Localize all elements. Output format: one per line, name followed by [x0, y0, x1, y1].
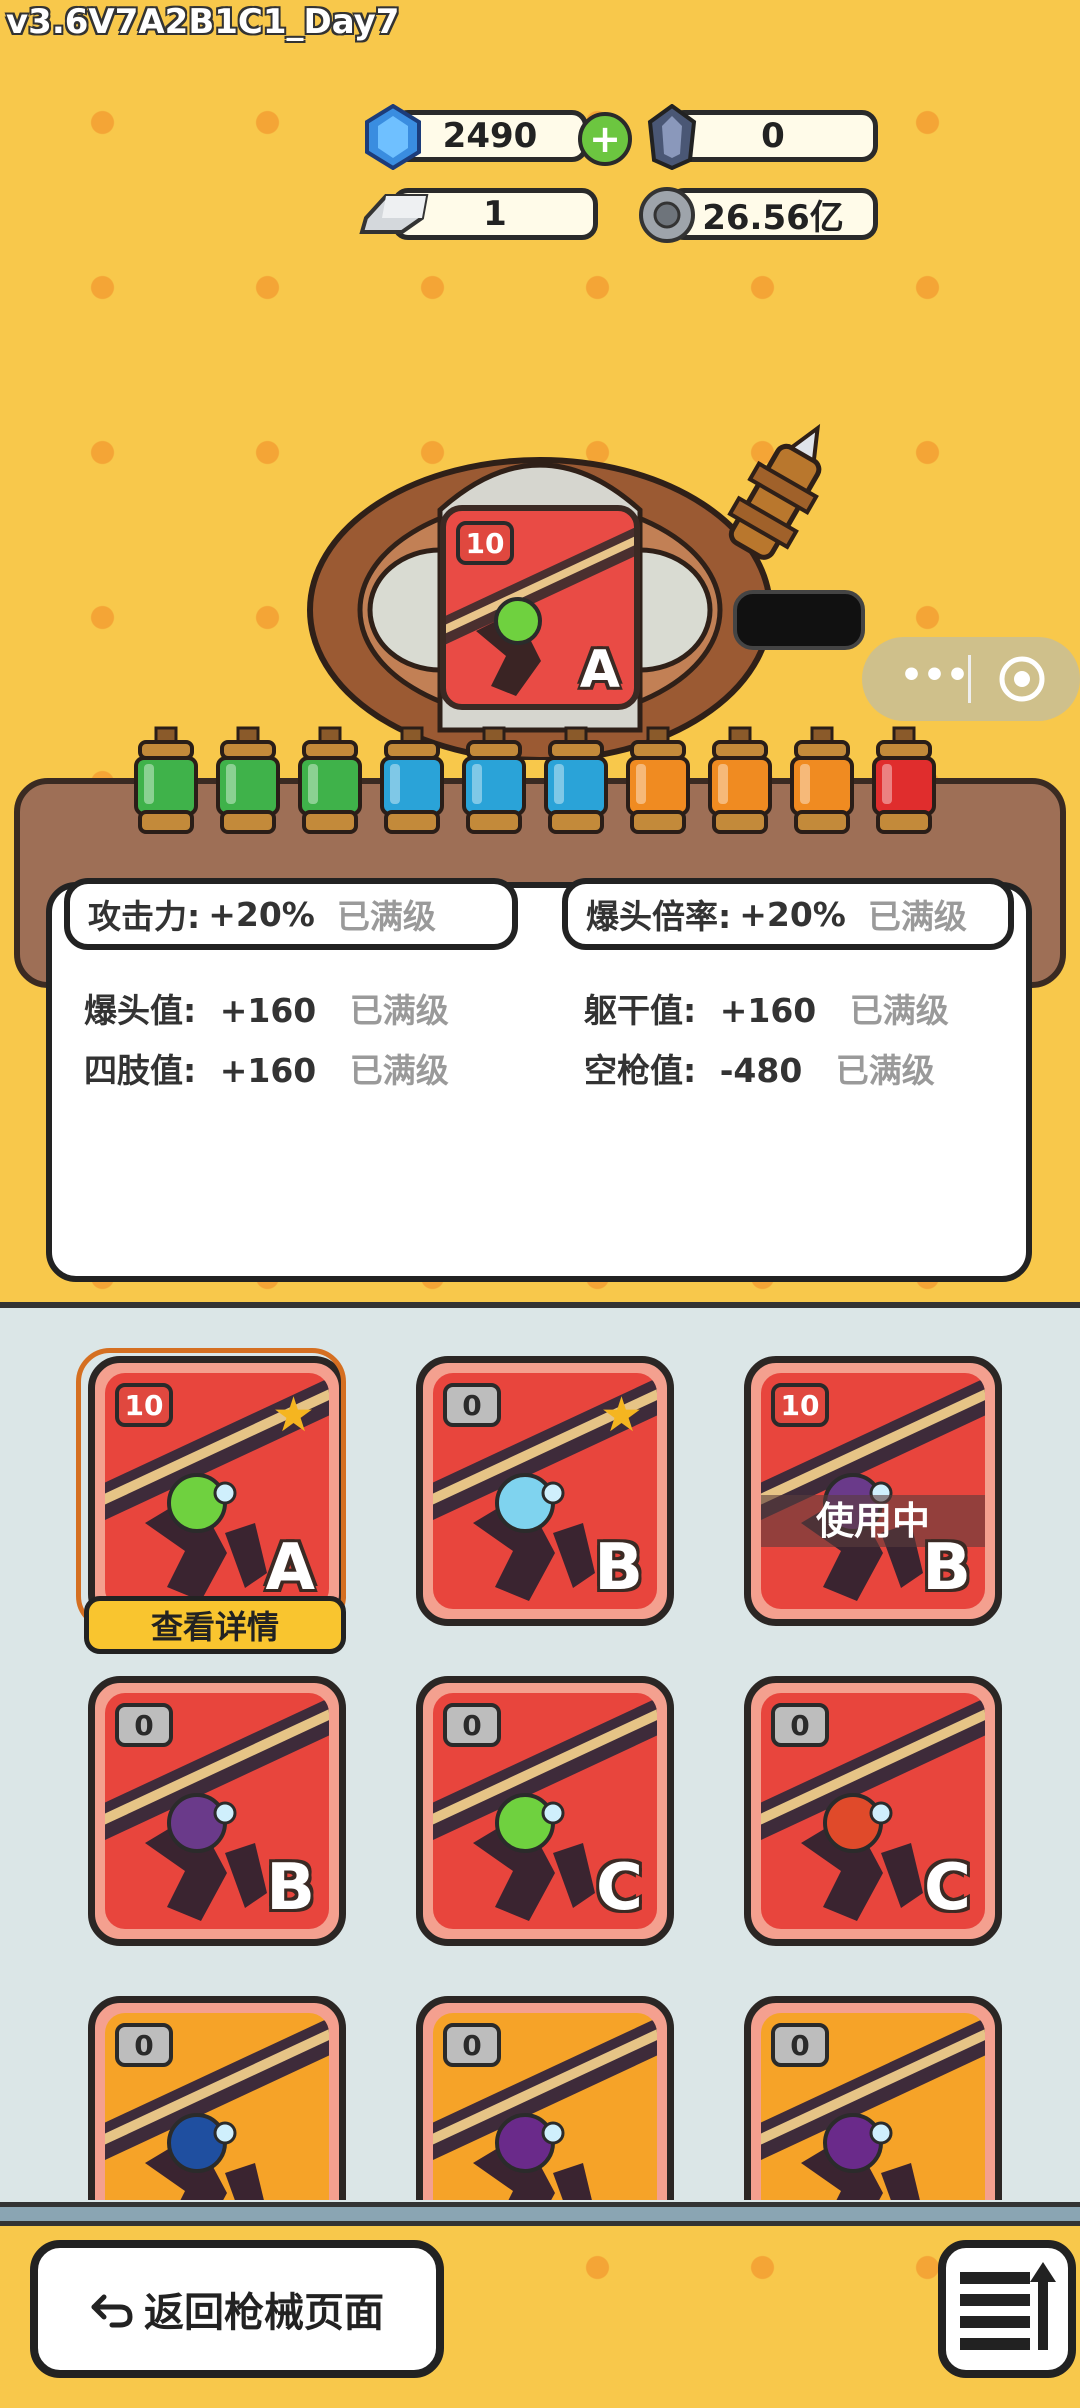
back-button-label: 返回枪械页面 [144, 2290, 384, 2336]
gun-tile[interactable]: 0 [88, 1996, 346, 2200]
gun-grade: C [924, 1851, 971, 1925]
gun-card-background: 0 [105, 2013, 329, 2200]
back-to-guns-button[interactable]: 返回枪械页面 [30, 2240, 444, 2378]
gun-card-frame: 0 ★ B [416, 1356, 674, 1626]
gun-level-badge: 0 [115, 2023, 173, 2067]
gun-level-badge: 0 [115, 1703, 173, 1747]
gun-card-frame: 0C [744, 1676, 1002, 1946]
gun-card-background: 0B [105, 1693, 329, 1929]
gun-tile[interactable]: 0 [744, 1996, 1002, 2200]
gun-tile-list: 10 ★ A 0 ★ B 10 使用中 B 0 B 0 C 0 C 0 0 0 [0, 0, 1080, 2200]
gun-card-background: 0 ★ B [433, 1373, 657, 1609]
gun-card-background: 0C [761, 1693, 985, 1929]
gun-level-badge: 0 [443, 2023, 501, 2067]
gun-grade: B [922, 1531, 971, 1605]
gun-grade: B [266, 1851, 315, 1925]
bottom-divider [0, 2202, 1080, 2226]
gun-tile[interactable]: 10 使用中 B [744, 1356, 1002, 1626]
gun-card-frame: 0 [416, 1996, 674, 2200]
gun-card-frame: 0C [416, 1676, 674, 1946]
gun-grade: C [596, 1851, 643, 1925]
gun-tile[interactable]: 0 ★ B [416, 1356, 674, 1626]
gun-card-background: 10 使用中 B [761, 1373, 985, 1609]
gun-card-frame: 0 [744, 1996, 1002, 2200]
gun-card-background: 0 [433, 2013, 657, 2200]
gun-level-badge: 0 [443, 1703, 501, 1747]
gun-card-frame: 10 使用中 B [744, 1356, 1002, 1626]
view-details-button[interactable]: 查看详情 [84, 1596, 346, 1654]
gun-grade: B [594, 1531, 643, 1605]
gun-level-badge: 0 [771, 2023, 829, 2067]
gun-card-frame: 0 [88, 1996, 346, 2200]
gun-tile[interactable]: 0B [88, 1676, 346, 1946]
sort-menu-button[interactable] [938, 2240, 1076, 2378]
list-sort-icon [960, 2262, 1056, 2350]
gun-level-badge: 0 [771, 1703, 829, 1747]
selected-tile-outline [76, 1348, 346, 1630]
star-icon: ★ [599, 1387, 643, 1443]
gun-card-background: 0 [761, 2013, 985, 2200]
gun-card-background: 0C [433, 1693, 657, 1929]
back-arrow-icon [91, 2294, 133, 2328]
gun-tile[interactable]: 0 [416, 1996, 674, 2200]
gun-tile[interactable]: 0C [416, 1676, 674, 1946]
gun-card-frame: 0B [88, 1676, 346, 1946]
gun-level-badge: 10 [771, 1383, 829, 1427]
gun-level-badge: 0 [443, 1383, 501, 1427]
gun-tile[interactable]: 0C [744, 1676, 1002, 1946]
